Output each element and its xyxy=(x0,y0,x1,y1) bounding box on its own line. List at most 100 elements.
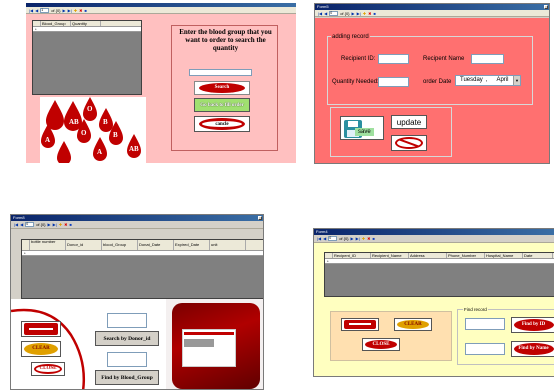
position-input[interactable]: 0 xyxy=(25,222,35,227)
cancel-button-label: cancle xyxy=(199,118,245,130)
position-input[interactable]: 1 xyxy=(40,7,50,13)
find-by-id-button[interactable]: Find by ID xyxy=(511,317,554,333)
clear-button[interactable]: CLEAR xyxy=(394,318,432,331)
save-data-icon[interactable]: ■ xyxy=(372,236,374,241)
table-row[interactable]: * xyxy=(325,259,554,264)
new-row-marker: * xyxy=(35,27,37,32)
close-button-label: CLOSE xyxy=(365,340,397,349)
window-add-recipient: Form5 |◀ ◀ 0 of {0} ▶ ▶| ✚ ✖ ■ adding re… xyxy=(314,3,550,164)
column-header-blood-group[interactable]: blood_Group xyxy=(102,240,138,250)
move-first-icon[interactable]: |◀ xyxy=(14,222,18,227)
delete-record-button[interactable] xyxy=(341,318,379,331)
move-last-icon[interactable]: ▶| xyxy=(53,222,57,227)
move-previous-icon[interactable]: ◀ xyxy=(35,8,38,13)
move-last-icon[interactable]: ▶| xyxy=(356,236,360,241)
column-header-phone-number[interactable]: Phone_Number xyxy=(447,253,485,258)
move-previous-icon[interactable]: ◀ xyxy=(323,236,326,241)
column-header-donor-id[interactable]: Donor_id xyxy=(66,240,102,250)
blood-group-input[interactable] xyxy=(189,69,252,76)
column-header-recipient-name[interactable]: Recipient_Name xyxy=(371,253,409,258)
save-data-icon[interactable]: ■ xyxy=(84,8,86,13)
delete-record-button[interactable] xyxy=(391,135,427,151)
save-button-label: save xyxy=(355,128,374,136)
cancel-button[interactable]: cancle xyxy=(194,116,250,132)
window-blood-search: |◀ ◀ 1 of {0} ▶ ▶| ✚ ✖ ■ Blood_Group Qua… xyxy=(26,3,296,163)
search-button[interactable]: Search xyxy=(194,81,250,95)
go-back-button[interactable]: Go back to fill order xyxy=(194,98,250,112)
recipient-name-input[interactable] xyxy=(471,54,504,64)
save-data-icon[interactable]: ■ xyxy=(373,11,375,16)
dropdown-arrow-icon[interactable]: ▼ xyxy=(513,76,520,85)
order-date-picker[interactable]: Tuesday, April ▼ xyxy=(455,75,521,86)
add-new-icon[interactable]: ✚ xyxy=(59,222,62,227)
update-button[interactable]: update xyxy=(391,115,427,129)
delete-icon[interactable]: ✖ xyxy=(368,11,371,16)
quantity-input[interactable] xyxy=(378,77,409,87)
table-row[interactable]: * xyxy=(22,251,263,256)
group-title: adding record xyxy=(331,34,370,40)
instruction-text: Enter the blood group that you want to o… xyxy=(179,28,272,52)
add-new-icon[interactable]: ✚ xyxy=(363,11,366,16)
search-by-donor-button[interactable]: Search by Donor_id xyxy=(95,331,159,346)
column-header-address[interactable]: Address xyxy=(409,253,447,258)
column-header-recipent-id[interactable]: Recipent_ID xyxy=(333,253,371,258)
close-icon[interactable] xyxy=(258,216,262,220)
close-button[interactable]: CLOSE xyxy=(31,362,65,376)
column-header-unit[interactable]: unit xyxy=(210,240,246,250)
move-first-icon[interactable]: |◀ xyxy=(29,8,33,13)
close-icon[interactable] xyxy=(544,5,548,9)
move-previous-icon[interactable]: ◀ xyxy=(20,222,23,227)
donor-id-input[interactable] xyxy=(107,313,147,328)
move-previous-icon[interactable]: ◀ xyxy=(324,11,327,16)
find-by-blood-group-button[interactable]: Find by Blood_Group xyxy=(95,370,159,385)
recipient-id-input[interactable] xyxy=(378,54,409,64)
column-header-hospital-name[interactable]: Hospital_Name xyxy=(485,253,523,258)
delete-icon[interactable]: ✖ xyxy=(64,222,67,227)
find-name-input[interactable] xyxy=(465,343,505,355)
no-entry-icon xyxy=(24,323,58,335)
position-input[interactable]: 0 xyxy=(329,10,339,16)
delete-record-button[interactable] xyxy=(21,321,61,337)
blood-stock-grid[interactable]: Blood_Group Quantity * xyxy=(32,20,142,95)
column-header-date[interactable]: Date xyxy=(523,253,553,258)
table-row[interactable]: * xyxy=(33,27,141,32)
column-header-quantity[interactable]: Quantity xyxy=(71,21,101,26)
no-entry-icon xyxy=(395,137,423,149)
save-data-icon[interactable]: ■ xyxy=(69,222,71,227)
move-next-icon[interactable]: ▶ xyxy=(48,222,51,227)
move-next-icon[interactable]: ▶ xyxy=(63,8,66,13)
column-header-donat-date[interactable]: Donat_Date xyxy=(138,240,174,250)
date-month[interactable]: April xyxy=(496,77,508,83)
delete-icon[interactable]: ✖ xyxy=(367,236,370,241)
find-by-name-button[interactable]: Find by Name xyxy=(511,341,554,357)
move-next-icon[interactable]: ▶ xyxy=(352,11,355,16)
recipient-grid[interactable]: Recipent_ID Recipient_Name Address Phone… xyxy=(324,252,554,297)
blood-type-label: AB xyxy=(129,145,139,153)
clear-button[interactable]: CLEAR xyxy=(21,341,61,357)
column-header-expired-date[interactable]: Expired_Date xyxy=(174,240,210,250)
add-new-icon[interactable]: ✚ xyxy=(362,236,365,241)
move-first-icon[interactable]: |◀ xyxy=(318,11,322,16)
record-count-label: of {0} xyxy=(339,236,349,241)
window2-titlebar: Form5 xyxy=(315,4,549,10)
donor-grid[interactable]: bottle number Donor_id blood_Group Donat… xyxy=(21,239,263,299)
position-input[interactable]: 0 xyxy=(328,236,338,241)
window3-binding-navigator: |◀ ◀ 0 of {0} ▶ ▶| ✚ ✖ ■ xyxy=(11,221,263,229)
search-button-label: Search xyxy=(199,83,245,93)
add-new-icon[interactable]: ✚ xyxy=(74,8,77,13)
blood-group-input[interactable] xyxy=(107,352,147,367)
recipient-id-label: Recipient ID: xyxy=(341,56,376,62)
move-next-icon[interactable]: ▶ xyxy=(351,236,354,241)
move-last-icon[interactable]: ▶| xyxy=(357,11,361,16)
move-first-icon[interactable]: |◀ xyxy=(317,236,321,241)
delete-icon[interactable]: ✖ xyxy=(79,8,82,13)
move-last-icon[interactable]: ▶| xyxy=(68,8,72,13)
new-row-marker: * xyxy=(327,259,329,264)
close-button[interactable]: CLOSE xyxy=(362,338,400,351)
column-header-blood-group[interactable]: Blood_Group xyxy=(41,21,71,26)
save-button[interactable]: save xyxy=(340,116,384,140)
blood-type-label: AB xyxy=(69,118,79,126)
date-day[interactable]: Tuesday xyxy=(460,77,483,83)
column-header-bottle-number[interactable]: bottle number xyxy=(30,240,66,250)
find-id-input[interactable] xyxy=(465,318,505,330)
